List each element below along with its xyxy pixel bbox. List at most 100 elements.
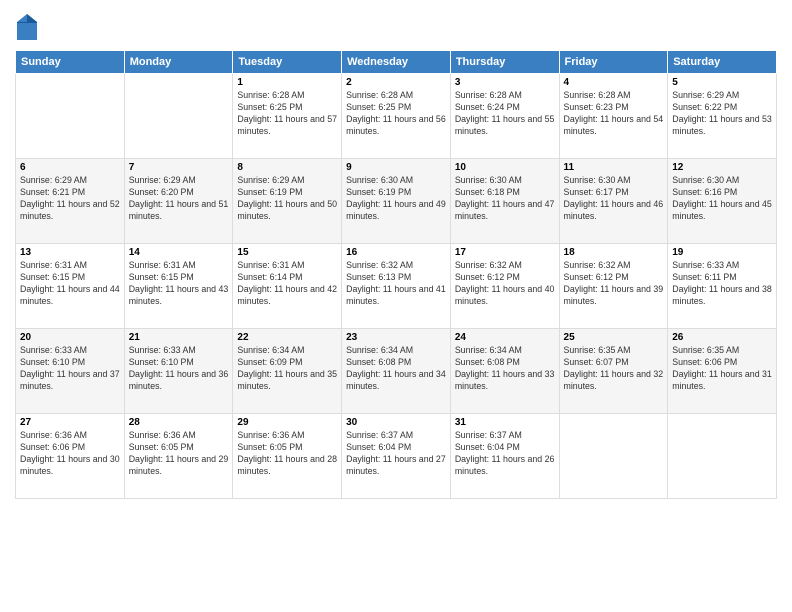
day-number: 22 [237,332,337,343]
calendar-cell: 11 Sunrise: 6:30 AMSunset: 6:17 PMDaylig… [559,159,668,244]
calendar-cell: 6 Sunrise: 6:29 AMSunset: 6:21 PMDayligh… [16,159,125,244]
cell-sunrise: Sunrise: 6:29 AMSunset: 6:21 PMDaylight:… [20,175,120,221]
cell-sunrise: Sunrise: 6:37 AMSunset: 6:04 PMDaylight:… [455,430,555,476]
day-number: 3 [455,77,555,88]
page: SundayMondayTuesdayWednesdayThursdayFrid… [0,0,792,612]
day-number: 4 [564,77,664,88]
day-number: 21 [129,332,229,343]
day-number: 27 [20,417,120,428]
calendar-cell: 7 Sunrise: 6:29 AMSunset: 6:20 PMDayligh… [124,159,233,244]
day-number: 25 [564,332,664,343]
calendar-cell: 13 Sunrise: 6:31 AMSunset: 6:15 PMDaylig… [16,244,125,329]
day-number: 12 [672,162,772,173]
calendar-cell: 21 Sunrise: 6:33 AMSunset: 6:10 PMDaylig… [124,329,233,414]
cell-sunrise: Sunrise: 6:30 AMSunset: 6:19 PMDaylight:… [346,175,446,221]
calendar-week-2: 6 Sunrise: 6:29 AMSunset: 6:21 PMDayligh… [16,159,777,244]
calendar-cell: 17 Sunrise: 6:32 AMSunset: 6:12 PMDaylig… [450,244,559,329]
day-number: 31 [455,417,555,428]
weekday-row: SundayMondayTuesdayWednesdayThursdayFrid… [16,51,777,74]
calendar-week-5: 27 Sunrise: 6:36 AMSunset: 6:06 PMDaylig… [16,414,777,499]
day-number: 17 [455,247,555,258]
cell-sunrise: Sunrise: 6:33 AMSunset: 6:11 PMDaylight:… [672,260,772,306]
day-number: 13 [20,247,120,258]
day-number: 30 [346,417,446,428]
day-number: 16 [346,247,446,258]
cell-sunrise: Sunrise: 6:34 AMSunset: 6:08 PMDaylight:… [346,345,446,391]
cell-sunrise: Sunrise: 6:36 AMSunset: 6:06 PMDaylight:… [20,430,120,476]
day-number: 8 [237,162,337,173]
cell-sunrise: Sunrise: 6:30 AMSunset: 6:17 PMDaylight:… [564,175,664,221]
day-number: 29 [237,417,337,428]
cell-sunrise: Sunrise: 6:35 AMSunset: 6:07 PMDaylight:… [564,345,664,391]
logo [15,10,43,42]
weekday-header-wednesday: Wednesday [342,51,451,74]
calendar-cell: 23 Sunrise: 6:34 AMSunset: 6:08 PMDaylig… [342,329,451,414]
cell-sunrise: Sunrise: 6:33 AMSunset: 6:10 PMDaylight:… [129,345,229,391]
calendar-cell: 9 Sunrise: 6:30 AMSunset: 6:19 PMDayligh… [342,159,451,244]
day-number: 26 [672,332,772,343]
day-number: 6 [20,162,120,173]
cell-sunrise: Sunrise: 6:35 AMSunset: 6:06 PMDaylight:… [672,345,772,391]
cell-sunrise: Sunrise: 6:31 AMSunset: 6:14 PMDaylight:… [237,260,337,306]
day-number: 18 [564,247,664,258]
calendar-cell [668,414,777,499]
calendar-header: SundayMondayTuesdayWednesdayThursdayFrid… [16,51,777,74]
day-number: 14 [129,247,229,258]
day-number: 23 [346,332,446,343]
calendar-cell: 10 Sunrise: 6:30 AMSunset: 6:18 PMDaylig… [450,159,559,244]
calendar-week-3: 13 Sunrise: 6:31 AMSunset: 6:15 PMDaylig… [16,244,777,329]
calendar-cell [559,414,668,499]
cell-sunrise: Sunrise: 6:34 AMSunset: 6:09 PMDaylight:… [237,345,337,391]
calendar-cell: 30 Sunrise: 6:37 AMSunset: 6:04 PMDaylig… [342,414,451,499]
calendar-cell: 19 Sunrise: 6:33 AMSunset: 6:11 PMDaylig… [668,244,777,329]
calendar-cell: 5 Sunrise: 6:29 AMSunset: 6:22 PMDayligh… [668,74,777,159]
cell-sunrise: Sunrise: 6:28 AMSunset: 6:25 PMDaylight:… [237,90,337,136]
calendar-cell: 12 Sunrise: 6:30 AMSunset: 6:16 PMDaylig… [668,159,777,244]
cell-sunrise: Sunrise: 6:37 AMSunset: 6:04 PMDaylight:… [346,430,446,476]
calendar-cell: 28 Sunrise: 6:36 AMSunset: 6:05 PMDaylig… [124,414,233,499]
weekday-header-saturday: Saturday [668,51,777,74]
weekday-header-friday: Friday [559,51,668,74]
cell-sunrise: Sunrise: 6:28 AMSunset: 6:23 PMDaylight:… [564,90,664,136]
cell-sunrise: Sunrise: 6:30 AMSunset: 6:16 PMDaylight:… [672,175,772,221]
day-number: 24 [455,332,555,343]
cell-sunrise: Sunrise: 6:28 AMSunset: 6:25 PMDaylight:… [346,90,446,136]
cell-sunrise: Sunrise: 6:32 AMSunset: 6:12 PMDaylight:… [455,260,555,306]
cell-sunrise: Sunrise: 6:36 AMSunset: 6:05 PMDaylight:… [129,430,229,476]
day-number: 10 [455,162,555,173]
day-number: 1 [237,77,337,88]
calendar-cell: 14 Sunrise: 6:31 AMSunset: 6:15 PMDaylig… [124,244,233,329]
calendar-cell: 3 Sunrise: 6:28 AMSunset: 6:24 PMDayligh… [450,74,559,159]
calendar-table: SundayMondayTuesdayWednesdayThursdayFrid… [15,50,777,499]
cell-sunrise: Sunrise: 6:28 AMSunset: 6:24 PMDaylight:… [455,90,555,136]
calendar-cell: 27 Sunrise: 6:36 AMSunset: 6:06 PMDaylig… [16,414,125,499]
cell-sunrise: Sunrise: 6:29 AMSunset: 6:19 PMDaylight:… [237,175,337,221]
calendar-cell: 31 Sunrise: 6:37 AMSunset: 6:04 PMDaylig… [450,414,559,499]
calendar-cell [16,74,125,159]
calendar-cell: 18 Sunrise: 6:32 AMSunset: 6:12 PMDaylig… [559,244,668,329]
calendar-cell: 8 Sunrise: 6:29 AMSunset: 6:19 PMDayligh… [233,159,342,244]
calendar-cell: 15 Sunrise: 6:31 AMSunset: 6:14 PMDaylig… [233,244,342,329]
logo-icon [15,12,39,42]
calendar-cell: 20 Sunrise: 6:33 AMSunset: 6:10 PMDaylig… [16,329,125,414]
calendar-week-1: 1 Sunrise: 6:28 AMSunset: 6:25 PMDayligh… [16,74,777,159]
cell-sunrise: Sunrise: 6:30 AMSunset: 6:18 PMDaylight:… [455,175,555,221]
calendar-cell: 16 Sunrise: 6:32 AMSunset: 6:13 PMDaylig… [342,244,451,329]
day-number: 28 [129,417,229,428]
day-number: 7 [129,162,229,173]
day-number: 15 [237,247,337,258]
calendar-cell: 22 Sunrise: 6:34 AMSunset: 6:09 PMDaylig… [233,329,342,414]
calendar-body: 1 Sunrise: 6:28 AMSunset: 6:25 PMDayligh… [16,74,777,499]
day-number: 2 [346,77,446,88]
day-number: 9 [346,162,446,173]
calendar-cell: 24 Sunrise: 6:34 AMSunset: 6:08 PMDaylig… [450,329,559,414]
cell-sunrise: Sunrise: 6:31 AMSunset: 6:15 PMDaylight:… [129,260,229,306]
weekday-header-tuesday: Tuesday [233,51,342,74]
cell-sunrise: Sunrise: 6:33 AMSunset: 6:10 PMDaylight:… [20,345,120,391]
cell-sunrise: Sunrise: 6:32 AMSunset: 6:12 PMDaylight:… [564,260,664,306]
header [15,10,777,42]
weekday-header-thursday: Thursday [450,51,559,74]
cell-sunrise: Sunrise: 6:32 AMSunset: 6:13 PMDaylight:… [346,260,446,306]
calendar-cell: 26 Sunrise: 6:35 AMSunset: 6:06 PMDaylig… [668,329,777,414]
cell-sunrise: Sunrise: 6:31 AMSunset: 6:15 PMDaylight:… [20,260,120,306]
